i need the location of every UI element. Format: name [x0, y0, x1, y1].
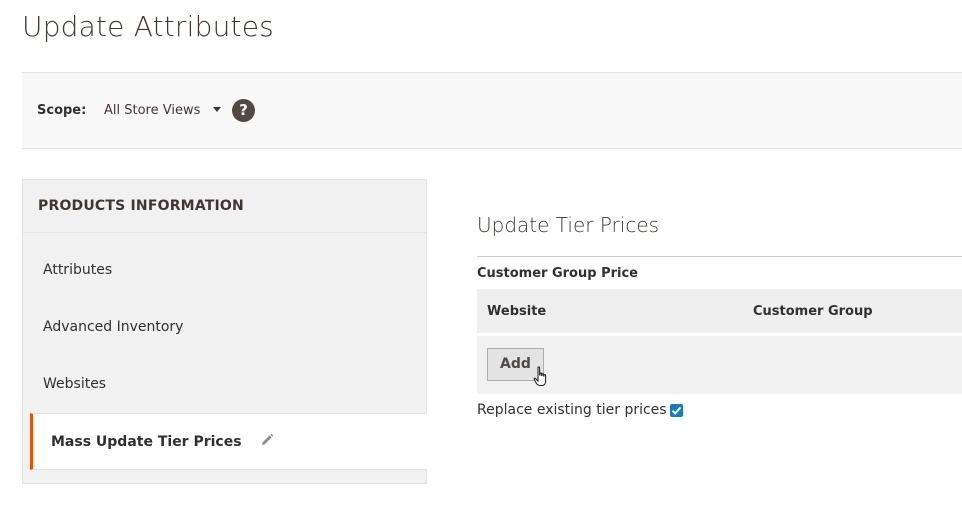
page-title: Update Attributes: [22, 10, 274, 43]
customer-group-price-label: Customer Group Price: [477, 266, 638, 281]
scope-label: Scope:: [37, 103, 87, 118]
chevron-down-icon[interactable]: [212, 107, 221, 112]
tier-price-grid-footer: Add: [477, 336, 962, 394]
products-information-panel: PRODUCTS INFORMATION Attributes Advanced…: [22, 179, 427, 484]
replace-tier-prices-checkbox[interactable]: [669, 403, 683, 417]
sidebar-item-label: Websites: [43, 376, 107, 392]
column-header-website: Website: [487, 304, 547, 319]
sidebar-item-label: Advanced Inventory: [43, 319, 184, 335]
help-icon[interactable]: ?: [232, 99, 255, 122]
column-header-customer-group: Customer Group: [753, 304, 873, 319]
pencil-icon: [260, 433, 274, 447]
sidebar-item-websites[interactable]: Websites: [23, 356, 426, 413]
sidebar-item-label: Attributes: [43, 262, 113, 278]
scope-bar: Scope: All Store Views ?: [22, 72, 962, 149]
scope-switcher[interactable]: All Store Views: [104, 103, 221, 118]
checkmark-icon: [671, 406, 681, 415]
replace-tier-prices-label: Replace existing tier prices: [477, 402, 667, 418]
products-information-header: PRODUCTS INFORMATION: [23, 180, 426, 233]
tier-price-grid-header: Website Customer Group: [477, 289, 962, 334]
section-divider: [477, 256, 962, 257]
sidebar-item-label: Mass Update Tier Prices: [51, 434, 242, 450]
replace-tier-prices-row: Replace existing tier prices: [477, 402, 683, 418]
sidebar-item-attributes[interactable]: Attributes: [23, 242, 426, 299]
sidebar-item-advanced-inventory[interactable]: Advanced Inventory: [23, 299, 426, 356]
sidebar-item-mass-update-tier-prices[interactable]: Mass Update Tier Prices: [30, 413, 427, 470]
hand-cursor-icon: [533, 366, 551, 388]
scope-selected-value[interactable]: All Store Views: [104, 103, 200, 118]
section-title: Update Tier Prices: [477, 213, 660, 237]
